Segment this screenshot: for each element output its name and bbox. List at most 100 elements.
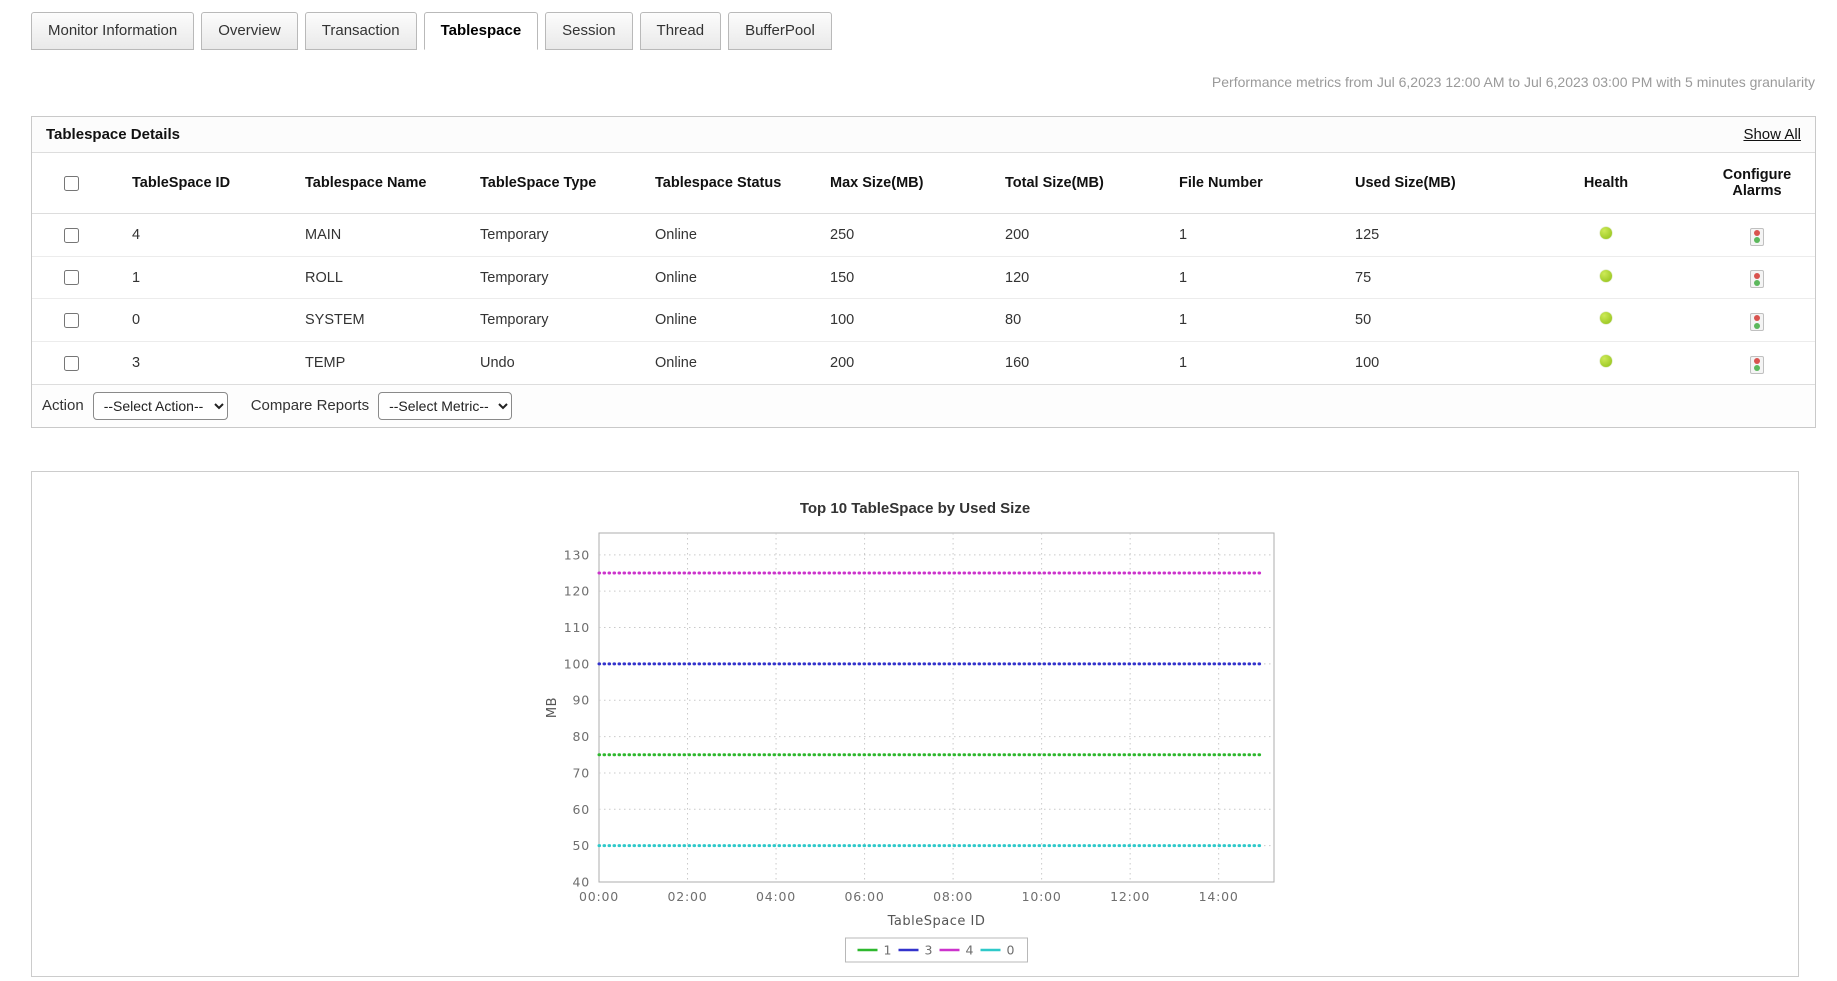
alarm-red-dot: [1754, 358, 1760, 364]
y-tick-label: 100: [564, 656, 590, 671]
y-tick-label: 110: [564, 620, 590, 635]
table-row: 4 MAIN Temporary Online 250 200 1 125: [32, 214, 1815, 257]
tablespace-table: TableSpace ID Tablespace Name TableSpace…: [32, 153, 1815, 384]
tab-transaction[interactable]: Transaction: [305, 12, 417, 50]
alarm-green-dot: [1754, 280, 1760, 286]
tab-monitor-information[interactable]: Monitor Information: [31, 12, 194, 50]
cell-total-size: 120: [997, 256, 1171, 299]
cell-max-size: 200: [822, 342, 997, 384]
tab-overview[interactable]: Overview: [201, 12, 298, 50]
alarm-green-dot: [1754, 365, 1760, 371]
table-row: 1 ROLL Temporary Online 150 120 1 75: [32, 256, 1815, 299]
x-tick-label: 10:00: [1022, 889, 1062, 904]
col-header-tablespace-id: TableSpace ID: [124, 153, 297, 214]
alarm-green-dot: [1754, 323, 1760, 329]
cell-used-size: 50: [1347, 299, 1513, 342]
configure-alarms-icon[interactable]: [1750, 356, 1764, 374]
x-tick-label: 02:00: [668, 889, 708, 904]
row-checkbox[interactable]: [64, 270, 79, 285]
cell-tablespace-type: Temporary: [472, 299, 647, 342]
row-checkbox[interactable]: [64, 228, 79, 243]
cell-tablespace-id: 0: [124, 299, 297, 342]
show-all-link[interactable]: Show All: [1743, 126, 1801, 143]
cell-total-size: 160: [997, 342, 1171, 384]
y-tick-label: 60: [572, 801, 590, 816]
action-label: Action: [42, 397, 84, 414]
legend-label: 4: [966, 942, 975, 957]
y-tick-label: 80: [572, 729, 590, 744]
performance-metrics-note: Performance metrics from Jul 6,2023 12:0…: [0, 50, 1837, 90]
panel-title: Tablespace Details: [46, 126, 180, 143]
table-header-row: TableSpace ID Tablespace Name TableSpace…: [32, 153, 1815, 214]
plot-border: [599, 533, 1274, 882]
alarm-red-dot: [1754, 273, 1760, 279]
health-status-icon: [1600, 312, 1612, 324]
health-status-icon: [1600, 270, 1612, 282]
col-header-max-size: Max Size(MB): [822, 153, 997, 214]
x-axis-label: TableSpace ID: [887, 914, 986, 929]
cell-max-size: 150: [822, 256, 997, 299]
cell-max-size: 250: [822, 214, 997, 257]
cell-tablespace-id: 3: [124, 342, 297, 384]
cell-tablespace-name: SYSTEM: [297, 299, 472, 342]
legend-label: 1: [884, 942, 893, 957]
configure-alarms-icon[interactable]: [1750, 228, 1764, 246]
health-status-icon: [1600, 355, 1612, 367]
cell-file-number: 1: [1171, 342, 1347, 384]
action-bar: Action --Select Action-- Compare Reports…: [32, 384, 1815, 427]
cell-max-size: 100: [822, 299, 997, 342]
configure-alarms-icon[interactable]: [1750, 313, 1764, 331]
cell-tablespace-status: Online: [647, 299, 822, 342]
col-header-tablespace-name: Tablespace Name: [297, 153, 472, 214]
alarm-red-dot: [1754, 230, 1760, 236]
cell-total-size: 80: [997, 299, 1171, 342]
x-tick-label: 06:00: [845, 889, 885, 904]
x-tick-label: 08:00: [933, 889, 973, 904]
row-checkbox[interactable]: [64, 313, 79, 328]
y-tick-label: 50: [572, 838, 590, 853]
chart-title: Top 10 TableSpace by Used Size: [32, 472, 1798, 517]
cell-total-size: 200: [997, 214, 1171, 257]
tab-thread[interactable]: Thread: [640, 12, 722, 50]
tab-bar: Monitor Information Overview Transaction…: [0, 0, 1837, 50]
cell-file-number: 1: [1171, 299, 1347, 342]
cell-tablespace-id: 4: [124, 214, 297, 257]
y-tick-label: 70: [572, 765, 590, 780]
y-tick-label: 130: [564, 547, 590, 562]
cell-tablespace-status: Online: [647, 342, 822, 384]
legend-label: 0: [1007, 942, 1016, 957]
tab-bufferpool[interactable]: BufferPool: [728, 12, 832, 50]
cell-tablespace-type: Temporary: [472, 214, 647, 257]
tab-session[interactable]: Session: [545, 12, 632, 50]
action-select[interactable]: --Select Action--: [93, 392, 228, 420]
col-header-health: Health: [1513, 153, 1699, 214]
tablespace-usage-chart: 40506070809010011012013000:0002:0004:000…: [541, 527, 1289, 967]
cell-tablespace-id: 1: [124, 256, 297, 299]
col-header-configure-alarms: Configure Alarms: [1699, 153, 1815, 214]
cell-tablespace-name: ROLL: [297, 256, 472, 299]
table-row: 3 TEMP Undo Online 200 160 1 100: [32, 342, 1815, 384]
cell-tablespace-name: TEMP: [297, 342, 472, 384]
col-header-file-number: File Number: [1171, 153, 1347, 214]
y-tick-label: 90: [572, 692, 590, 707]
cell-tablespace-name: MAIN: [297, 214, 472, 257]
cell-used-size: 75: [1347, 256, 1513, 299]
row-checkbox[interactable]: [64, 356, 79, 371]
tablespace-details-panel: Tablespace Details Show All TableSpace I…: [31, 116, 1816, 428]
cell-tablespace-type: Undo: [472, 342, 647, 384]
panel-header: Tablespace Details Show All: [32, 117, 1815, 153]
configure-alarms-icon[interactable]: [1750, 270, 1764, 288]
chart-panel: Top 10 TableSpace by Used Size 405060708…: [31, 471, 1799, 977]
x-tick-label: 04:00: [756, 889, 796, 904]
col-header-total-size: Total Size(MB): [997, 153, 1171, 214]
compare-reports-label: Compare Reports: [251, 397, 369, 414]
compare-metric-select[interactable]: --Select Metric--: [378, 392, 512, 420]
tab-tablespace[interactable]: Tablespace: [424, 12, 539, 50]
alarm-red-dot: [1754, 315, 1760, 321]
select-all-checkbox[interactable]: [64, 176, 79, 191]
cell-tablespace-status: Online: [647, 256, 822, 299]
cell-file-number: 1: [1171, 214, 1347, 257]
cell-tablespace-status: Online: [647, 214, 822, 257]
y-tick-label: 40: [572, 874, 590, 889]
legend-label: 3: [925, 942, 934, 957]
